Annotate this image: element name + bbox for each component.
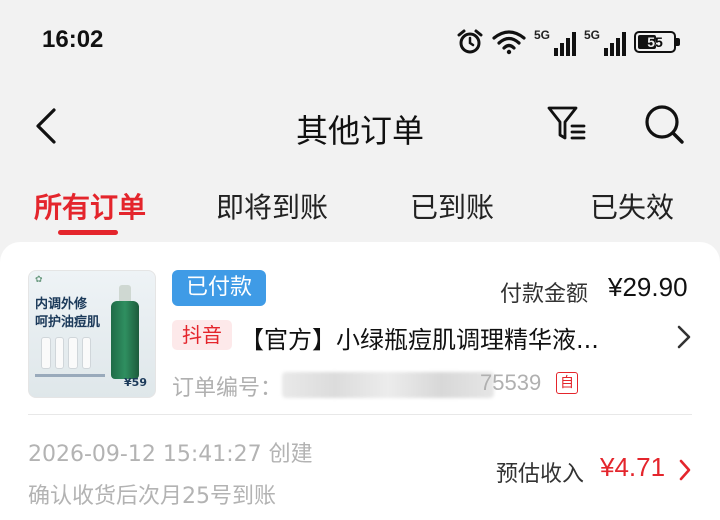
order-card[interactable]: ✿ 内调外修 呵护油痘肌 ¥59 已付款 付款金额 ¥29.90 抖音 【官方】… [0,242,720,520]
order-number-tail: 75539 [480,370,542,395]
tab-received[interactable]: 已到账 [410,186,494,226]
wifi-icon [492,30,526,55]
chevron-right-red-icon[interactable] [678,458,692,482]
status-bar: 16:02 5G 5G 55 [0,0,720,80]
tab-pending[interactable]: 即将到账 [216,186,328,226]
status-icons: 5G 5G 55 [456,26,680,58]
bottle-image [111,301,139,379]
status-time: 16:02 [42,26,104,53]
page-title: 其他订单 [295,112,424,150]
thumb-text-1: 内调外修 [35,297,88,312]
tab-expired[interactable]: 已失效 [590,186,674,226]
tab-all-orders[interactable]: 所有订单 [34,186,146,226]
tubes-image [41,337,91,369]
settlement-note: 确认收货后次月25号到账 [28,484,276,509]
thumb-text-2: 呵护油痘肌 [35,315,101,330]
signal-5g-1-icon: 5G [534,28,576,56]
divider [28,414,692,415]
chevron-right-icon[interactable] [676,324,692,350]
product-title[interactable]: 【官方】小绿瓶痘肌调理精华液... [240,320,660,355]
thumb-line [35,374,105,377]
status-badge: 已付款 [172,270,267,306]
search-icon[interactable] [642,102,686,146]
order-number-redacted [282,372,494,398]
signal-5g-2-icon: 5G [584,28,626,56]
alarm-icon [457,29,483,54]
nav-bar: 其他订单 [0,92,720,162]
self-operated-badge: 自 [556,372,578,394]
amount-value: ¥29.90 [608,272,688,302]
estimated-income-value[interactable]: ¥4.71 [600,452,665,483]
tab-active-indicator [58,230,118,235]
thumb-price: ¥59 [124,376,147,389]
filter-icon[interactable] [546,104,588,144]
created-time: 2026-09-12 15:41:27 创建 [28,442,313,467]
brand-logo-icon: ✿ [35,275,43,285]
amount-label: 付款金额 [500,282,589,307]
estimated-income-label[interactable]: 预估收入 [496,456,584,488]
order-number-label: 订单编号： [172,376,283,401]
battery-icon: 55 [634,31,680,53]
product-thumbnail[interactable]: ✿ 内调外修 呵护油痘肌 ¥59 [28,270,156,398]
platform-badge: 抖音 [172,320,232,350]
order-tabs: 所有订单 即将到账 已到账 已失效 [0,178,720,238]
